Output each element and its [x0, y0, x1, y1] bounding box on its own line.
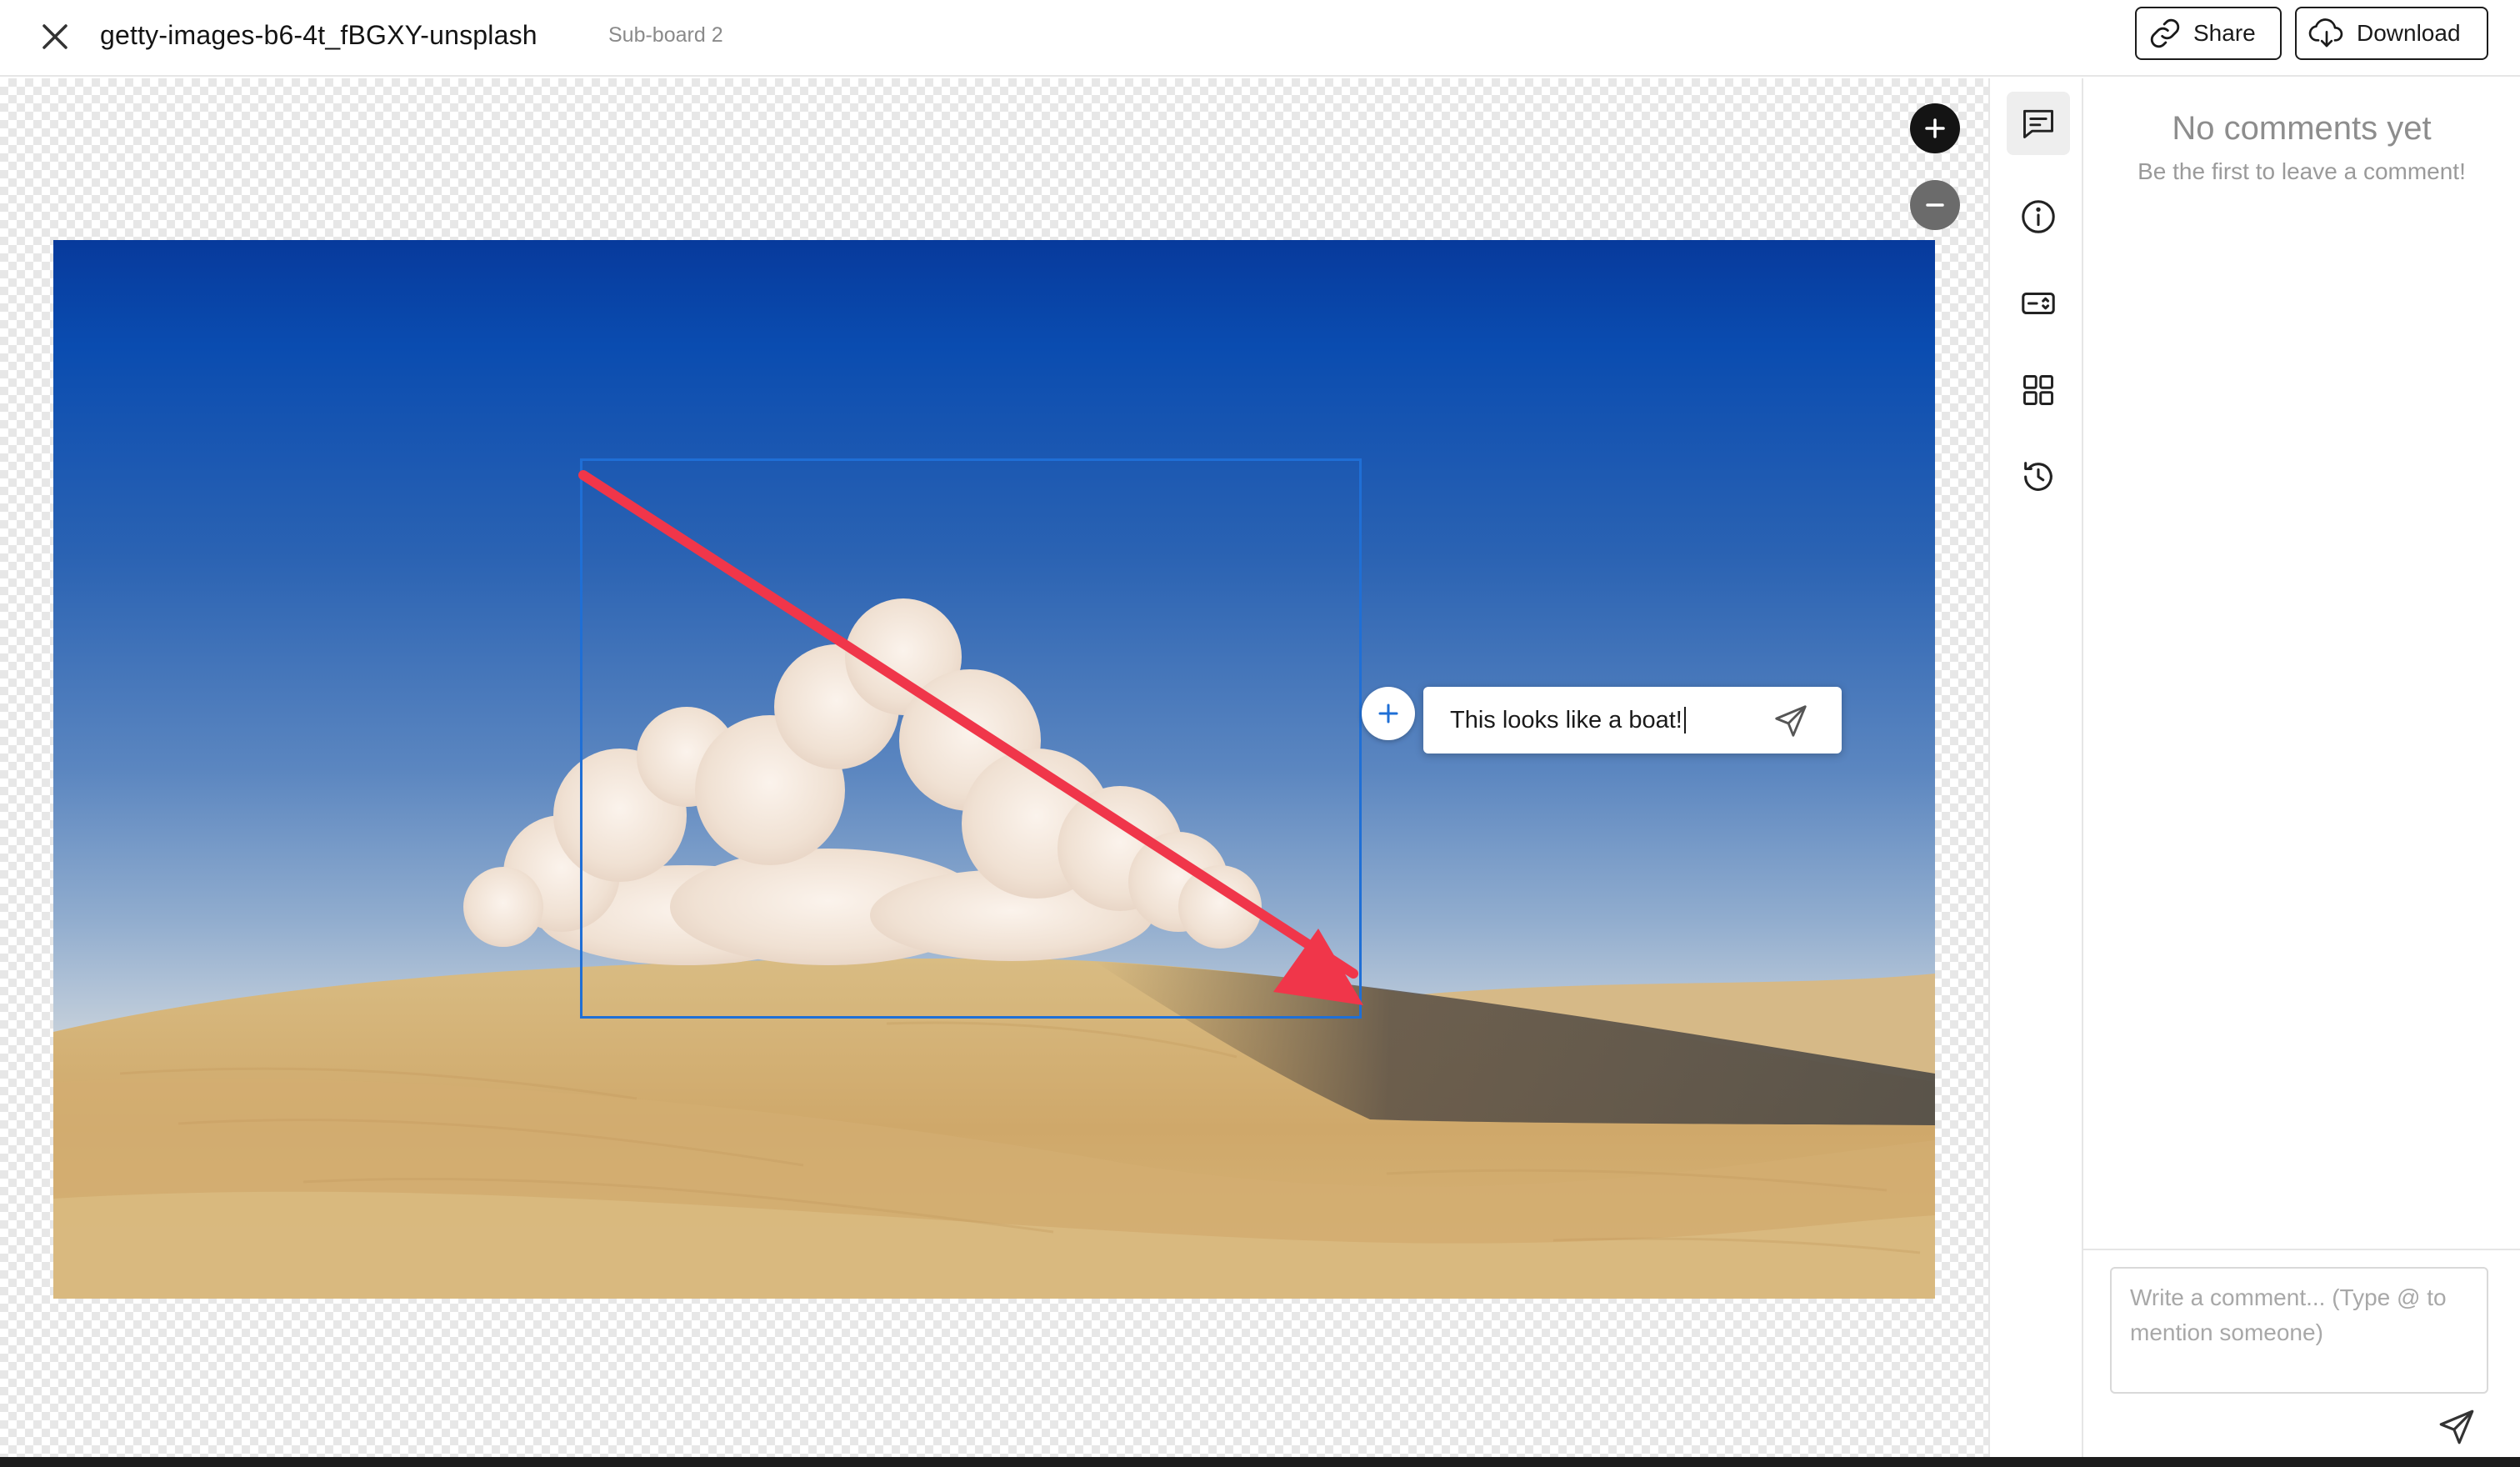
download-button[interactable]: Download: [2295, 7, 2488, 60]
compare-icon: [2022, 292, 2055, 315]
inline-comment-input[interactable]: This looks like a boat!: [1423, 687, 1842, 754]
link-icon: [2150, 18, 2180, 48]
zoom-in-button[interactable]: [1910, 103, 1960, 153]
board-image[interactable]: [53, 240, 1935, 1299]
grid-tab[interactable]: [2007, 358, 2070, 422]
history-tab[interactable]: [2007, 445, 2070, 508]
cloud-download-icon: [2308, 18, 2343, 48]
share-label: Share: [2193, 20, 2256, 46]
window-bottom-edge: [0, 1457, 2520, 1467]
info-icon: [2022, 200, 2055, 233]
download-label: Download: [2357, 20, 2461, 46]
grid-icon: [2023, 375, 2053, 405]
comment-input[interactable]: Write a comment... (Type @ to mention so…: [2110, 1267, 2488, 1394]
inline-comment-text[interactable]: This looks like a boat!: [1450, 707, 1682, 734]
image-canvas[interactable]: This looks like a boat!: [0, 78, 1988, 1457]
comments-tab[interactable]: [2007, 92, 2070, 155]
comments-panel: No comments yet Be the first to leave a …: [2083, 78, 2520, 1457]
empty-state-subtitle: Be the first to leave a comment!: [2138, 158, 2466, 184]
annotation-arrow[interactable]: [53, 240, 1935, 1299]
send-icon: [1775, 705, 1807, 737]
close-button[interactable]: [33, 15, 77, 58]
text-cursor: [1683, 707, 1686, 734]
zoom-out-button[interactable]: [1910, 180, 1960, 230]
plus-icon: [1378, 703, 1398, 723]
empty-state-title: No comments yet: [2172, 110, 2432, 147]
close-icon: [42, 24, 68, 49]
plus-icon: [1925, 118, 1945, 138]
divider: [2083, 1249, 2520, 1250]
send-comment-button[interactable]: [2433, 1404, 2480, 1450]
info-tab[interactable]: [2007, 185, 2070, 248]
minus-icon: [1926, 203, 1944, 207]
board-name: Sub-board 2: [608, 23, 723, 47]
comment-icon: [2023, 109, 2053, 138]
add-annotation-button[interactable]: [1362, 687, 1415, 740]
send-icon: [2439, 1409, 2474, 1444]
top-bar: getty-images-b6-4t_fBGXY-unsplash Sub-bo…: [0, 0, 2520, 77]
file-title: getty-images-b6-4t_fBGXY-unsplash: [100, 20, 538, 50]
inline-send-button[interactable]: [1772, 702, 1810, 740]
panel-tabs: [1988, 78, 2083, 1457]
history-icon: [2024, 462, 2052, 491]
compare-tab[interactable]: [2007, 272, 2070, 335]
share-button[interactable]: Share: [2135, 7, 2282, 60]
